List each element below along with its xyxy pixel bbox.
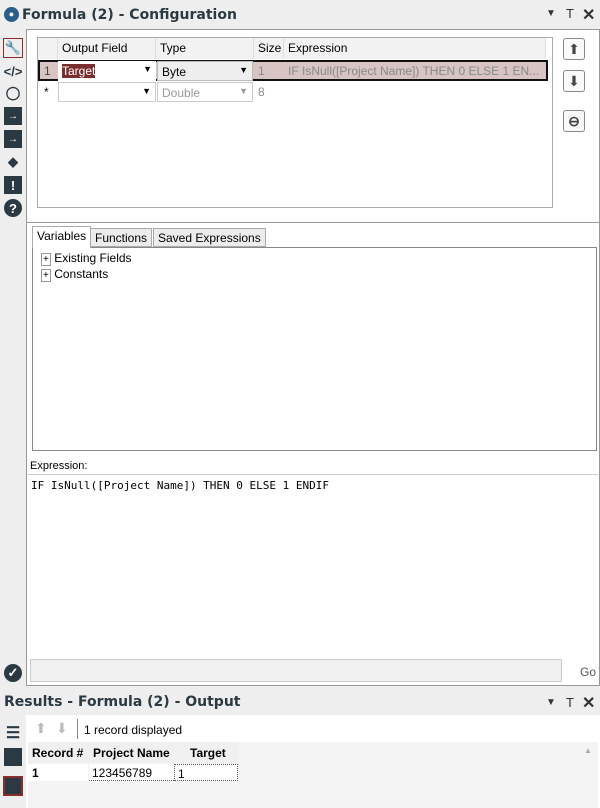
- expression-value[interactable]: IF IsNull([Project Name]) THEN 0 ELSE 1 …: [284, 61, 543, 81]
- new-size-value[interactable]: 8: [254, 82, 269, 102]
- pin-icon[interactable]: Т: [566, 6, 574, 21]
- move-up-button[interactable]: ⬆: [563, 38, 585, 60]
- expand-icon[interactable]: +: [41, 253, 51, 266]
- close-icon[interactable]: ✕: [582, 5, 595, 25]
- close-icon[interactable]: ✕: [582, 693, 595, 713]
- cell-project-name[interactable]: 123456789: [89, 764, 174, 781]
- new-output-field-select[interactable]: ▼: [58, 82, 156, 102]
- chevron-down-icon: ▼: [239, 65, 248, 75]
- list-icon[interactable]: ☰: [4, 724, 22, 742]
- results-table: Record # Project Name Target 1 123456789…: [28, 742, 598, 808]
- divider: [26, 222, 600, 223]
- tree-label: Existing Fields: [54, 251, 132, 265]
- navigate-icon[interactable]: ◯: [4, 84, 22, 102]
- header-output-field: Output Field: [58, 38, 156, 59]
- expand-icon[interactable]: +: [41, 269, 51, 282]
- header-type: Type: [156, 38, 254, 59]
- check-icon[interactable]: ✓: [4, 664, 22, 682]
- output-anchor-icon[interactable]: [3, 776, 23, 796]
- pin-icon[interactable]: Т: [566, 695, 574, 710]
- output-icon[interactable]: →: [4, 130, 22, 148]
- new-row-marker: *: [44, 85, 49, 99]
- formula-grid: Output Field Type Size Expression 1 Targ…: [37, 37, 553, 208]
- new-type-value: Double: [162, 86, 201, 100]
- cell-record-number[interactable]: 1: [28, 764, 88, 781]
- config-title: Formula (2) - Configuration: [22, 7, 237, 23]
- results-up-icon[interactable]: ⬆: [35, 720, 47, 737]
- expression-input[interactable]: [30, 659, 562, 682]
- cell-target[interactable]: 1: [174, 764, 238, 781]
- variables-tree: + Existing Fields + Constants: [32, 247, 597, 451]
- header-project-name[interactable]: Project Name: [93, 746, 170, 760]
- config-app-icon: ●: [4, 7, 19, 22]
- record-status: 1 record displayed: [84, 723, 183, 737]
- tab-variables[interactable]: Variables: [32, 226, 92, 248]
- wrench-icon[interactable]: 🔧: [3, 38, 23, 58]
- tab-saved-expressions[interactable]: Saved Expressions: [153, 228, 266, 247]
- new-type-select[interactable]: Double ▼: [157, 82, 253, 102]
- header-target[interactable]: Target: [190, 746, 226, 760]
- results-title: Results - Formula (2) - Output: [4, 694, 241, 710]
- dropdown-icon[interactable]: ▼: [546, 697, 556, 708]
- header-expression: Expression: [284, 38, 546, 59]
- results-down-icon[interactable]: ⬇: [56, 720, 68, 737]
- header-size: Size: [254, 38, 284, 59]
- scroll-up-icon[interactable]: ▲: [584, 746, 592, 755]
- dropdown-icon[interactable]: ▼: [546, 8, 556, 19]
- code-icon[interactable]: </>: [4, 62, 23, 80]
- tree-item-constants[interactable]: + Constants: [41, 267, 109, 282]
- chevron-down-icon: ▼: [143, 64, 152, 74]
- tab-functions[interactable]: Functions: [90, 228, 153, 247]
- tree-label: Constants: [54, 267, 109, 281]
- delete-button[interactable]: ⊖: [563, 110, 585, 132]
- type-select[interactable]: Byte ▼: [157, 61, 253, 81]
- output-field-value: Target: [62, 64, 96, 78]
- help-icon[interactable]: ?: [4, 199, 22, 217]
- chevron-down-icon: ▼: [239, 86, 248, 96]
- type-value: Byte: [162, 65, 187, 79]
- tree-item-existing-fields[interactable]: + Existing Fields: [41, 251, 132, 266]
- size-value[interactable]: 1: [254, 61, 269, 81]
- chevron-down-icon: ▼: [142, 86, 151, 96]
- comment-icon[interactable]: !: [4, 176, 22, 194]
- header-record-number[interactable]: Record #: [32, 746, 83, 760]
- go-button[interactable]: Go: [580, 665, 596, 679]
- tag-icon[interactable]: ◆: [4, 153, 22, 171]
- expression-label: Expression:: [30, 460, 88, 472]
- input-icon[interactable]: →: [4, 107, 22, 125]
- row-number: 1: [44, 64, 51, 78]
- output-field-select[interactable]: Target ▼: [58, 61, 156, 81]
- divider: [77, 719, 78, 739]
- expression-editor[interactable]: IF IsNull([Project Name]) THEN 0 ELSE 1 …: [28, 474, 598, 656]
- input-anchor-icon[interactable]: [4, 748, 22, 766]
- move-down-button[interactable]: ⬇: [563, 70, 585, 92]
